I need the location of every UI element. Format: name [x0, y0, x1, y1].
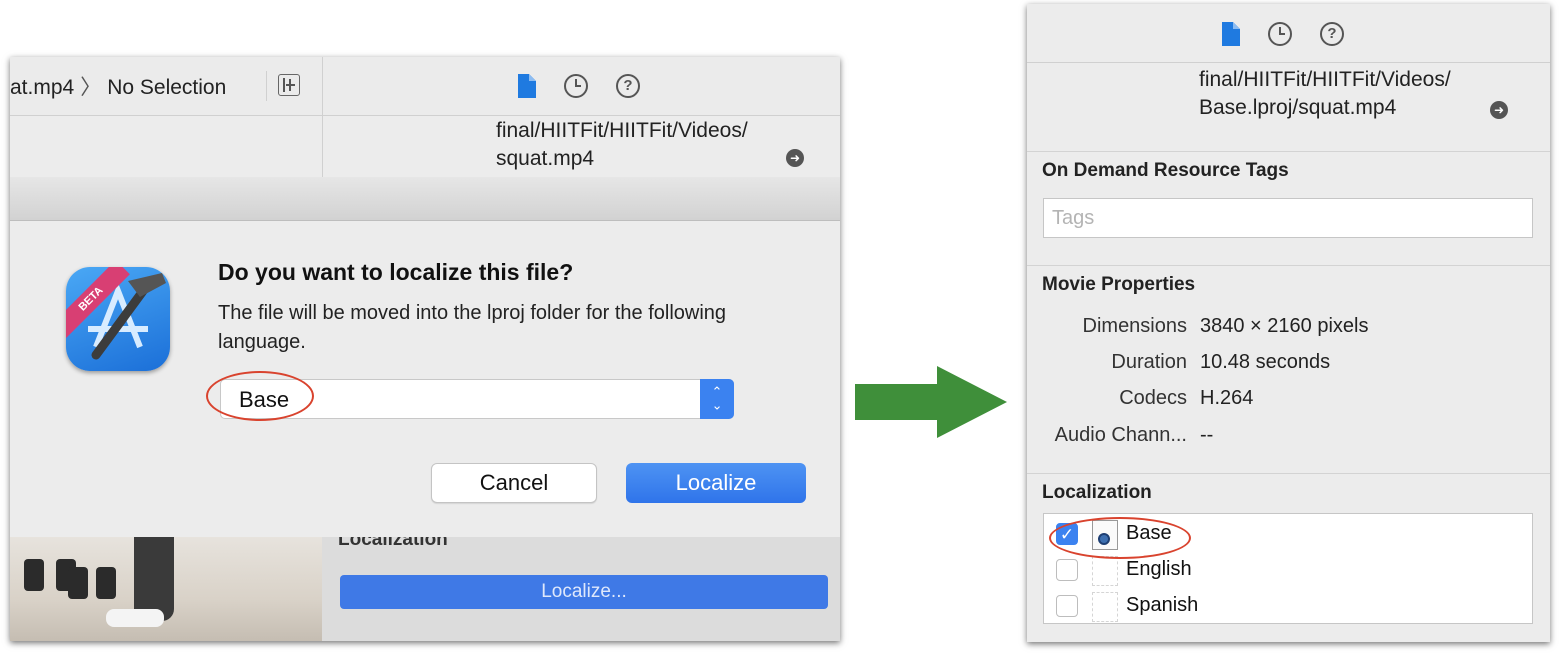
localization-label: English — [1126, 558, 1192, 580]
path-line: final/HIITFit/HIITFit/Videos/ — [496, 119, 748, 142]
cancel-button[interactable]: Cancel — [431, 463, 597, 503]
file-inspector-icon[interactable] — [516, 74, 536, 98]
jump-bar-toolbar: at.mp4 〉 No Selection ? — [10, 57, 840, 116]
property-row: Duration 10.48 seconds — [1027, 351, 1550, 381]
toolbar-divider — [266, 71, 267, 101]
property-key: Dimensions — [1082, 315, 1187, 337]
property-value: -- — [1200, 424, 1214, 446]
property-key: Duration — [1111, 351, 1187, 373]
breadcrumb: at.mp4 〉 No Selection — [10, 71, 226, 101]
property-row: Codecs H.264 — [1027, 387, 1550, 417]
property-value: 3840 × 2160 pixels — [1200, 315, 1369, 337]
localization-label: Spanish — [1126, 594, 1199, 616]
history-icon[interactable] — [564, 74, 588, 98]
localization-checkbox[interactable] — [1056, 595, 1078, 617]
highlight-annotation — [206, 371, 314, 421]
chevron-updown-icon[interactable]: ⌃ ⌃ — [700, 379, 734, 419]
path-line: squat.mp4 — [496, 147, 595, 170]
tags-input[interactable] — [1050, 199, 1514, 237]
dialog-title: Do you want to localize this file? — [218, 259, 574, 285]
help-icon[interactable]: ? — [616, 74, 640, 98]
property-row: Dimensions 3840 × 2160 pixels — [1027, 315, 1550, 345]
property-row: Audio Chann... -- — [1027, 424, 1550, 454]
section-divider — [1027, 151, 1550, 152]
localize-ellipsis-button[interactable]: Localize... — [340, 575, 828, 609]
xcode-window-left: at.mp4 〉 No Selection ? final/HIITFit/HIIT… — [10, 57, 840, 641]
sheet-header — [10, 177, 840, 221]
section-divider — [1027, 265, 1550, 266]
list-item: Spanish — [1044, 588, 1532, 624]
dialog-message: The file will be moved into the lproj fo… — [218, 302, 727, 353]
help-icon[interactable]: ? — [1320, 22, 1344, 46]
highlight-annotation — [1049, 517, 1191, 559]
path-line: final/HIITFit/HIITFit/Videos/ — [1199, 68, 1451, 91]
go-to-icon[interactable]: ➜ — [786, 149, 804, 167]
property-value: 10.48 seconds — [1200, 351, 1331, 373]
localization-checkbox[interactable] — [1056, 559, 1078, 581]
inspector-divider — [322, 57, 323, 177]
video-preview — [10, 537, 322, 641]
localization-title: Localization — [1042, 482, 1152, 503]
section-divider — [1027, 473, 1550, 474]
breadcrumb-selection[interactable]: No Selection — [107, 76, 226, 99]
history-icon[interactable] — [1268, 22, 1292, 46]
localize-dialog: BETA Do you want to localize this file? … — [10, 221, 840, 537]
inspector-tabs: ? — [1220, 22, 1344, 46]
tags-field[interactable] — [1043, 198, 1533, 238]
movie-properties-title: Movie Properties — [1042, 274, 1196, 295]
file-inspector-icon[interactable] — [1220, 22, 1240, 46]
file-placeholder-icon — [1092, 556, 1118, 586]
full-path: final/HIITFit/HIITFit/Videos/ squat.mp4 — [496, 117, 748, 173]
property-value: H.264 — [1200, 387, 1254, 409]
add-editor-icon[interactable] — [278, 74, 300, 96]
breadcrumb-file[interactable]: at.mp4 — [10, 76, 74, 99]
inspector-tabs: ? — [516, 74, 640, 98]
inspector-toolbar: ? — [1027, 4, 1550, 63]
go-to-icon[interactable]: ➜ — [1490, 101, 1508, 119]
property-key: Audio Chann... — [1054, 424, 1187, 446]
file-placeholder-icon — [1092, 592, 1118, 622]
property-key: Codecs — [1119, 387, 1187, 409]
on-demand-title: On Demand Resource Tags — [1042, 160, 1289, 181]
localize-button[interactable]: Localize — [626, 463, 806, 503]
chevron-right-icon: 〉 — [80, 76, 102, 99]
full-path: final/HIITFit/HIITFit/Videos/ Base.lproj… — [1199, 66, 1451, 122]
background-content: Localization Localize... — [10, 529, 840, 641]
path-line: Base.lproj/squat.mp4 — [1199, 96, 1397, 119]
transition-arrow-icon — [855, 366, 1015, 443]
xcode-beta-app-icon: BETA — [66, 267, 170, 371]
